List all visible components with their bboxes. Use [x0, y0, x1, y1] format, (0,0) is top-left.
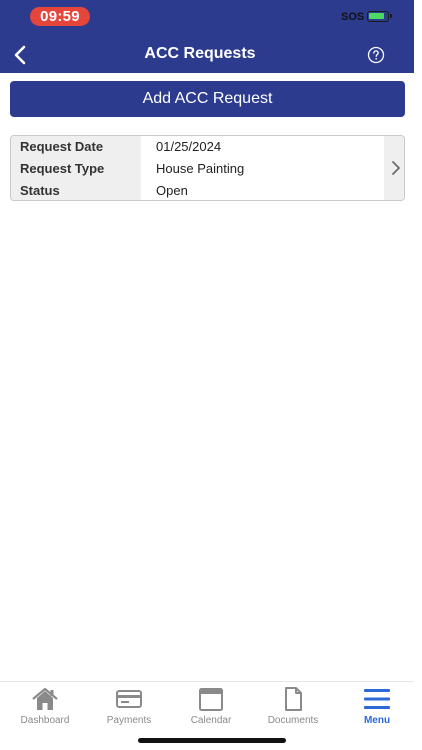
status-label: Status	[20, 183, 60, 198]
help-button[interactable]	[367, 46, 385, 64]
battery-tip	[390, 14, 392, 18]
credit-card-icon	[116, 690, 142, 708]
home-icon	[32, 687, 58, 710]
chevron-right-icon[interactable]	[390, 159, 402, 177]
tab-dashboard[interactable]: Dashboard	[4, 686, 86, 730]
request-date-label: Request Date	[20, 139, 104, 154]
battery-icon	[367, 11, 392, 22]
document-icon	[285, 687, 302, 711]
request-date-value: 01/25/2024	[156, 139, 222, 154]
tab-documents[interactable]: Documents	[252, 686, 334, 730]
calendar-icon	[199, 688, 223, 711]
request-type-value: House Painting	[156, 161, 245, 176]
hamburger-menu-icon	[364, 689, 390, 709]
battery-level	[369, 13, 384, 19]
tab-documents-label: Documents	[267, 715, 319, 726]
acc-requests-screen: 09:59 SOS ACC Requests Add ACC Request R…	[0, 0, 414, 750]
request-type-label: Request Type	[20, 161, 105, 176]
request-type-row: Request Type House Painting	[11, 158, 386, 180]
add-acc-request-button[interactable]: Add ACC Request	[10, 81, 405, 117]
status-row: Status Open	[11, 180, 386, 200]
screen-edge	[414, 0, 422, 750]
status-sos: SOS	[341, 11, 365, 23]
status-value: Open	[156, 183, 188, 198]
tab-payments[interactable]: Payments	[88, 686, 170, 730]
request-card[interactable]: Request Date 01/25/2024 Request Type Hou…	[10, 135, 405, 201]
tab-payments-label: Payments	[106, 715, 152, 726]
app-header: 09:59 SOS ACC Requests	[0, 0, 414, 73]
tab-calendar-label: Calendar	[190, 715, 232, 726]
home-indicator[interactable]	[138, 738, 286, 743]
chevron-left-icon	[14, 45, 26, 65]
tab-menu-label: Menu	[363, 715, 391, 726]
status-time: 09:59	[30, 7, 90, 26]
back-button[interactable]	[10, 43, 32, 67]
question-circle-icon	[367, 46, 385, 64]
tab-calendar[interactable]: Calendar	[170, 686, 252, 730]
request-date-row: Request Date 01/25/2024	[11, 136, 386, 158]
tab-menu[interactable]: Menu	[336, 686, 418, 730]
tab-dashboard-label: Dashboard	[20, 715, 70, 726]
page-title: ACC Requests	[144, 45, 256, 62]
